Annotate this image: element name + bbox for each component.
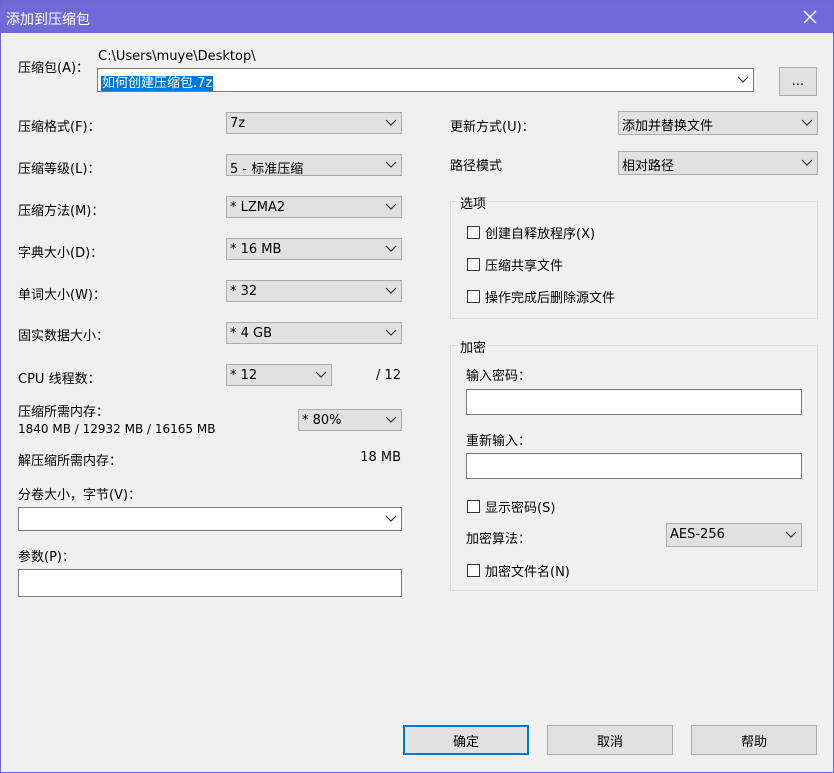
method-select[interactable]: * LZMA2 [226, 196, 402, 218]
format-value: 7z [230, 116, 246, 131]
format-select[interactable]: 7z [226, 112, 402, 134]
show-password-checkbox[interactable]: 显示密码(S) [467, 497, 555, 516]
chevron-down-icon [385, 287, 397, 294]
dict-select[interactable]: * 16 MB [226, 238, 402, 260]
chevron-down-icon [385, 245, 397, 252]
password-input[interactable] [466, 389, 802, 415]
method-value: * LZMA2 [230, 200, 286, 215]
update-value: 添加并替换文件 [622, 119, 714, 134]
show-password-label: 显示密码(S) [485, 501, 556, 516]
chevron-down-icon [385, 416, 397, 423]
dict-label: 字典大小(D)： [18, 246, 104, 261]
encryption-legend: 加密 [458, 337, 489, 356]
reenter-password-input[interactable] [466, 453, 802, 479]
shared-checkbox[interactable]: 压缩共享文件 [467, 255, 563, 274]
volume-label: 分卷大小，字节(V)： [18, 488, 142, 503]
reenter-password-label: 重新输入： [466, 434, 532, 449]
delete-label: 操作完成后删除源文件 [485, 291, 616, 306]
chevron-down-icon [385, 329, 397, 336]
checkbox-icon [467, 564, 480, 577]
pathmode-select[interactable]: 相对路径 [618, 151, 818, 175]
solid-value: * 4 GB [230, 326, 273, 341]
options-legend: 选项 [458, 193, 489, 212]
checkbox-icon [467, 258, 480, 271]
level-label: 压缩等级(L)： [18, 162, 101, 177]
checkbox-icon [467, 226, 480, 239]
chevron-down-icon [315, 371, 327, 378]
add-to-archive-dialog: 添加到压缩包 压缩包(A)： C:\Users\muye\Desktop\ 如何… [0, 0, 834, 773]
chevron-down-icon [801, 159, 813, 166]
encryption-method-value: AES-256 [670, 527, 725, 542]
mem-label: 压缩所需内存： [18, 405, 110, 420]
ok-button[interactable]: 确定 [403, 725, 529, 755]
mem-detail: 1840 MB / 12932 MB / 16165 MB [18, 422, 216, 436]
encrypt-names-checkbox[interactable]: 加密文件名(N) [467, 561, 570, 580]
chevron-down-icon [385, 119, 397, 126]
chevron-down-icon [785, 531, 797, 538]
encrypt-names-label: 加密文件名(N) [485, 565, 570, 580]
update-select[interactable]: 添加并替换文件 [618, 111, 818, 135]
threads-max: / 12 [375, 368, 401, 383]
chevron-down-icon [385, 515, 397, 522]
chevron-down-icon [385, 161, 397, 168]
encryption-method-label: 加密算法： [466, 532, 532, 547]
archive-name-combo[interactable]: 如何创建压缩包.7z [97, 68, 754, 92]
archive-path: C:\Users\muye\Desktop\ [98, 49, 256, 64]
threads-value: * 12 [230, 368, 258, 383]
checkbox-icon [467, 290, 480, 303]
close-icon [803, 10, 817, 24]
encryption-method-select[interactable]: AES-256 [666, 523, 802, 547]
word-select[interactable]: * 32 [226, 280, 402, 302]
cancel-button[interactable]: 取消 [547, 725, 673, 755]
chevron-down-icon [801, 119, 813, 126]
chevron-down-icon [385, 203, 397, 210]
level-select[interactable]: 5 - 标准压缩 [226, 154, 402, 177]
pathmode-label: 路径模式 [450, 159, 503, 174]
decomp-label: 解压缩所需内存： [18, 454, 123, 469]
close-button[interactable] [787, 1, 833, 33]
solid-select[interactable]: * 4 GB [226, 322, 402, 344]
archive-name-value: 如何创建压缩包.7z [101, 76, 214, 91]
archive-label: 压缩包(A)： [18, 61, 90, 76]
volume-select[interactable] [18, 507, 402, 531]
dict-value: * 16 MB [230, 242, 282, 257]
decomp-value: 18 MB [360, 450, 401, 465]
delete-checkbox[interactable]: 操作完成后删除源文件 [467, 287, 615, 306]
password-label: 输入密码： [466, 369, 532, 384]
format-label: 压缩格式(F)： [18, 120, 101, 135]
shared-label: 压缩共享文件 [485, 259, 564, 274]
update-label: 更新方式(U)： [450, 120, 535, 135]
title-bar: 添加到压缩包 [1, 1, 833, 33]
sfx-label: 创建自释放程序(X) [485, 227, 596, 242]
params-label: 参数(P)： [18, 550, 75, 565]
params-input[interactable] [18, 569, 402, 597]
level-value: 5 - 标准压缩 [230, 162, 304, 177]
help-button[interactable]: 帮助 [691, 725, 817, 755]
word-label: 单词大小(W)： [18, 288, 106, 303]
sfx-checkbox[interactable]: 创建自释放程序(X) [467, 223, 595, 242]
window-title: 添加到压缩包 [6, 12, 90, 28]
solid-label: 固实数据大小： [18, 329, 110, 344]
pathmode-value: 相对路径 [622, 159, 675, 174]
threads-select[interactable]: * 12 [226, 364, 332, 386]
mem-usage-select[interactable]: * 80% [298, 409, 402, 431]
threads-label: CPU 线程数： [18, 372, 101, 387]
checkbox-icon [467, 500, 480, 513]
mem-usage-value: * 80% [302, 413, 342, 428]
chevron-down-icon [737, 76, 749, 83]
browse-button[interactable]: ... [779, 67, 817, 96]
method-label: 压缩方法(M)： [18, 204, 105, 219]
word-value: * 32 [230, 284, 258, 299]
